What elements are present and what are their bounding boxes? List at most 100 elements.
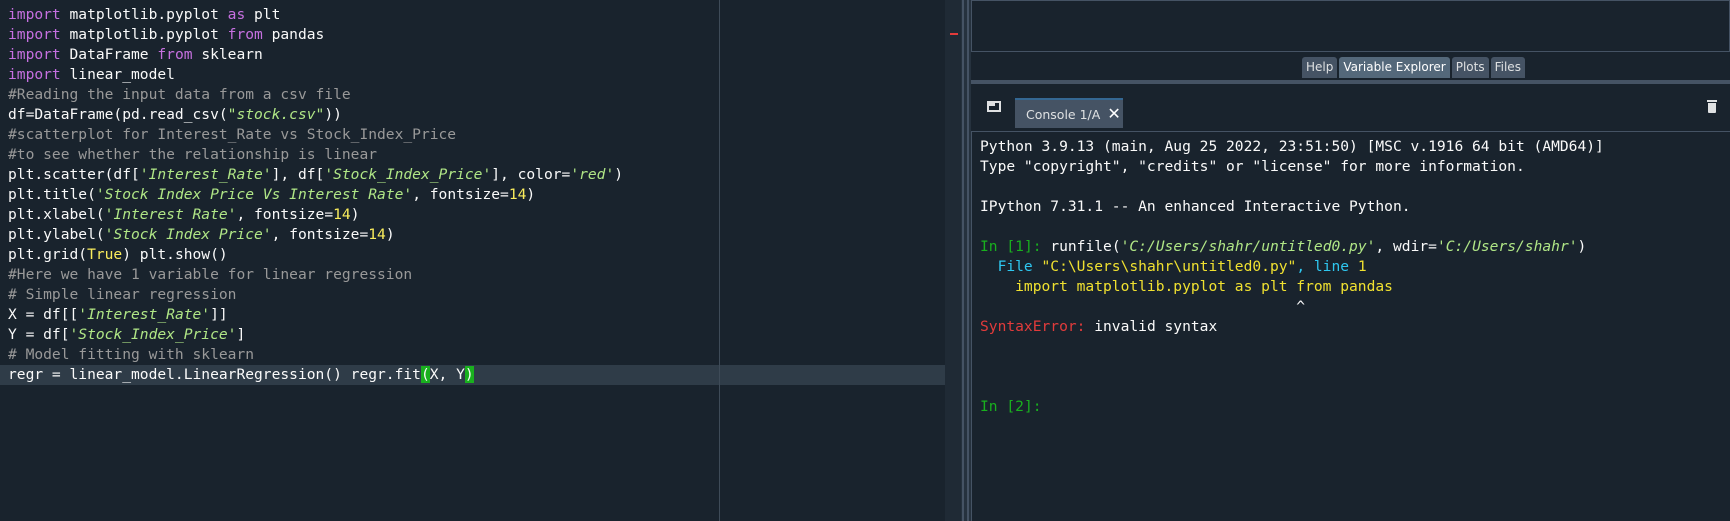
ipython-console[interactable]: Python 3.9.13 (main, Aug 25 2022, 23:51:…	[971, 131, 1730, 521]
splitter-border	[962, 0, 964, 521]
code-token: ) plt.show()	[122, 246, 228, 263]
code-token: Y = df[	[8, 326, 70, 343]
code-token: regr = linear_model.LinearRegression() r…	[8, 366, 421, 383]
console-token: runfile(	[1050, 238, 1121, 255]
code-token: #scatterplot for Interest_Rate vs Stock_…	[8, 126, 457, 143]
error-marker	[950, 33, 958, 35]
code-line: import linear_model	[0, 65, 945, 85]
code-editor[interactable]: import matplotlib.pyplot as plt import ma…	[0, 0, 961, 521]
console-line: import matplotlib.pyplot as plt from pan…	[980, 277, 1725, 297]
code-token: plt.ylabel(	[8, 226, 105, 243]
console-line: In [1]: runfile('C:/Users/shahr/untitled…	[980, 237, 1725, 257]
code-line: df=DataFrame(pd.read_csv("stock.csv"))	[0, 105, 945, 125]
code-token: , fontsize=	[271, 226, 369, 243]
close-icon[interactable]: ✕	[1107, 106, 1120, 122]
code-token: X = df[[	[8, 306, 79, 323]
console-token: )	[1577, 238, 1587, 255]
code-token: pandas	[262, 26, 325, 43]
code-token: ]]	[210, 306, 228, 323]
code-token: (	[420, 366, 430, 383]
code-token: 'Stock_Index_Price'	[69, 326, 237, 343]
code-token: import	[8, 26, 61, 43]
trash-icon[interactable]	[1707, 100, 1717, 113]
code-line: plt.xlabel('Interest Rate', fontsize=14)	[0, 205, 945, 225]
code-line: # Model fitting with sklearn	[0, 345, 945, 365]
console-tab-label: Console 1/A	[1026, 106, 1101, 122]
code-token: sklearn	[192, 46, 263, 63]
code-token: #Reading the input data from a csv file	[8, 86, 351, 103]
code-token: 'Stock_Index_Price'	[324, 166, 492, 183]
tab-help[interactable]: Help	[1302, 57, 1338, 78]
code-token: ], df[	[271, 166, 325, 183]
console-token: Python 3.9.13 (main, Aug 25 2022, 23:51:…	[980, 138, 1604, 155]
code-token: from	[157, 46, 193, 63]
console-token: SyntaxError:	[980, 318, 1086, 335]
code-token: 'Stock Index Price Vs Interest Rate'	[95, 186, 413, 203]
code-token: 14	[508, 186, 527, 203]
trash-lid	[1707, 100, 1717, 102]
code-line: plt.scatter(df['Interest_Rate'], df['Sto…	[0, 165, 945, 185]
console-token: 2	[1015, 398, 1024, 415]
editor-edge-line	[719, 0, 720, 521]
console-line: SyntaxError: invalid syntax	[980, 317, 1725, 337]
console-token: 'C:/Users/shahr/untitled0.py'	[1120, 238, 1376, 255]
code-token: )	[464, 366, 474, 383]
code-line: plt.grid(True) plt.show()	[0, 245, 945, 265]
console-token: In [	[980, 238, 1016, 255]
console-output: Python 3.9.13 (main, Aug 25 2022, 23:51:…	[980, 137, 1725, 417]
console-line: Type "copyright", "credits" or "license"…	[980, 157, 1725, 177]
code-token: 'Stock Index Price'	[104, 226, 272, 243]
code-line: import DataFrame from sklearn	[0, 45, 945, 65]
code-token: df=DataFrame(pd.read_csv(	[8, 106, 228, 123]
editor-scrollbar[interactable]	[945, 0, 961, 521]
code-token: # Simple linear regression	[8, 286, 237, 303]
code-line: X = df[['Interest_Rate']]	[0, 305, 945, 325]
code-token: matplotlib.pyplot	[60, 6, 228, 23]
code-token: linear_model	[60, 66, 175, 83]
code-token: )	[614, 166, 624, 183]
code-token: , fontsize=	[412, 186, 509, 203]
code-line: import matplotlib.pyplot from pandas	[0, 25, 945, 45]
trash-can	[1708, 103, 1716, 113]
code-token: import	[8, 46, 61, 63]
code-token: plt.title(	[8, 186, 96, 203]
console-token: , line	[1296, 258, 1358, 275]
code-token: plt.xlabel(	[8, 206, 105, 223]
tab-plots[interactable]: Plots	[1451, 57, 1489, 78]
code-token: import	[8, 6, 61, 23]
editor-lines[interactable]: import matplotlib.pyplot as plt import ma…	[0, 5, 945, 385]
code-line: #Reading the input data from a csv file	[0, 85, 945, 105]
code-token: # Model fitting with sklearn	[8, 346, 255, 363]
code-token: import	[8, 66, 61, 83]
console-line: ^	[980, 297, 1725, 317]
console-token: File	[980, 258, 1042, 275]
console-token: import matplotlib.pyplot as plt from pan…	[980, 278, 1393, 295]
console-token: ]:	[1023, 238, 1051, 255]
console-token: In [	[980, 398, 1016, 415]
tab-variable-explorer[interactable]: Variable Explorer	[1339, 57, 1450, 78]
console-token: Type "copyright", "credits" or "license"…	[980, 158, 1525, 175]
code-token: True	[87, 246, 123, 263]
code-line: regr = linear_model.LinearRegression() r…	[0, 365, 945, 385]
console-token: IPython 7.31.1 -- An enhanced Interactiv…	[980, 198, 1411, 215]
console-token: ]:	[1023, 398, 1051, 415]
code-token: from	[227, 26, 263, 43]
code-token: )	[350, 206, 360, 223]
code-token: )	[385, 226, 395, 243]
console-token: invalid syntax	[1085, 318, 1218, 335]
variable-explorer-pane	[971, 0, 1730, 52]
code-token: 14	[333, 206, 351, 223]
console-token: 1	[1015, 238, 1024, 255]
code-token: plt.scatter(df[	[8, 166, 140, 183]
tab-console-1a[interactable]: Console 1/A ✕	[1015, 98, 1123, 128]
code-token: plt	[245, 6, 281, 23]
console-token: ^	[980, 298, 1306, 315]
browse-tabs-icon[interactable]	[987, 101, 1001, 112]
code-line: Y = df['Stock_Index_Price']	[0, 325, 945, 345]
tab-files[interactable]: Files	[1490, 57, 1525, 78]
console-line: Python 3.9.13 (main, Aug 25 2022, 23:51:…	[980, 137, 1725, 157]
code-token: , fontsize=	[236, 206, 334, 223]
